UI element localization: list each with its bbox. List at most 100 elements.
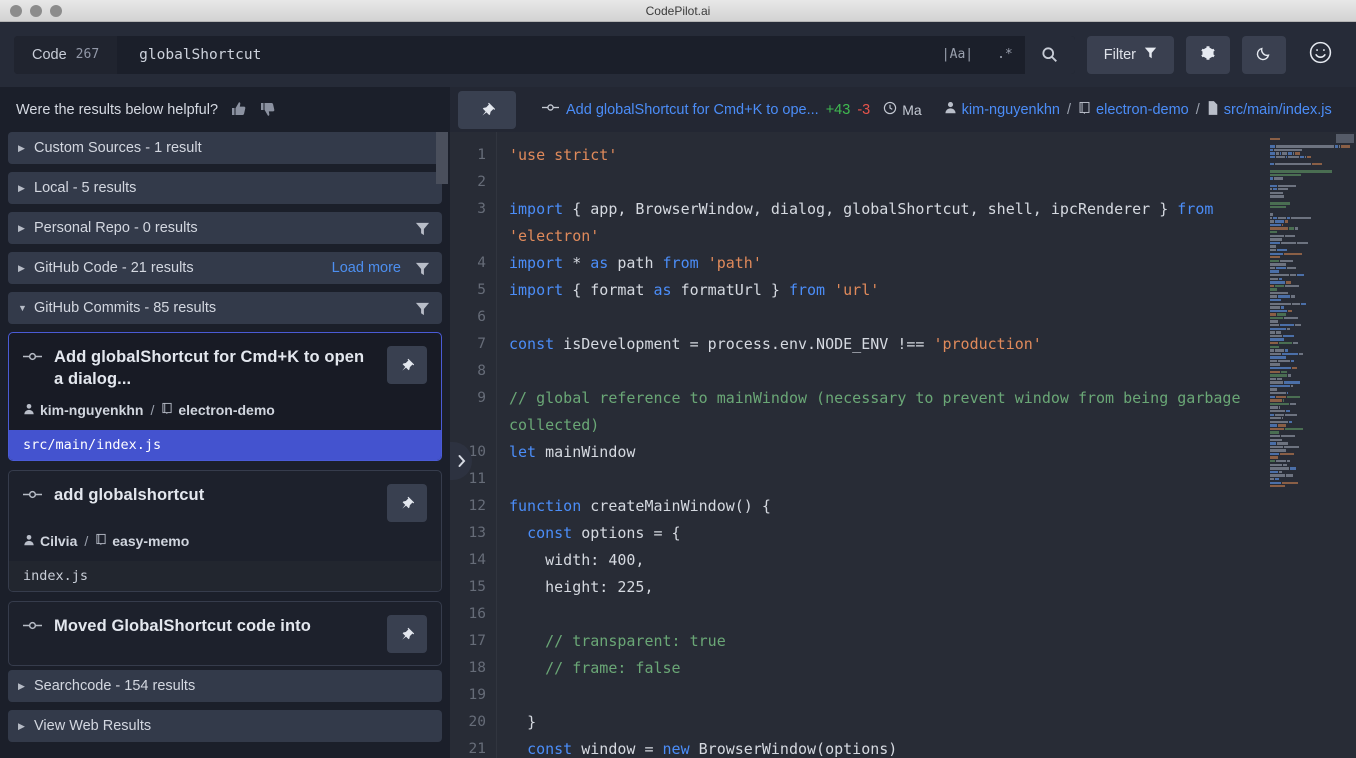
- minimap-line: [1270, 299, 1352, 302]
- section-label: Local - 5 results: [34, 180, 137, 196]
- minimap-line: [1270, 327, 1352, 331]
- section-row[interactable]: ▶ Custom Sources - 1 result: [8, 132, 442, 164]
- sidebar-scrollbar-thumb[interactable]: [436, 132, 448, 184]
- caret-right-icon[interactable]: ▶: [18, 681, 34, 692]
- code-token: const: [527, 524, 573, 542]
- minimap-line: [1270, 199, 1352, 201]
- section-list: ▶ Custom Sources - 1 result ▶ Local - 5 res…: [8, 132, 442, 324]
- minimap-line: [1270, 231, 1352, 234]
- section-row[interactable]: ▶ Personal Repo - 0 results: [8, 212, 442, 244]
- code-token: import: [509, 200, 564, 218]
- top-toolbar: Code 267 |Aa| .* Filter: [0, 22, 1356, 87]
- thumbs-down-icon[interactable]: [260, 101, 276, 119]
- commit-result-card[interactable]: Add globalShortcut for Cmd+K to open a d…: [8, 332, 442, 461]
- load-more-link[interactable]: Load more: [332, 260, 401, 276]
- code-token: // global reference to mainWindow (neces…: [509, 389, 1250, 434]
- commit-date-text: Ma: [902, 101, 922, 118]
- breadcrumb-repo[interactable]: electron-demo: [1096, 102, 1189, 118]
- filter-button[interactable]: Filter: [1086, 35, 1174, 74]
- commit-message-link[interactable]: Add globalShortcut for Cmd+K to ope...: [566, 102, 819, 118]
- caret-right-icon[interactable]: ▶: [18, 143, 34, 154]
- caret-right-icon[interactable]: ▶: [18, 223, 34, 234]
- minimap-line: [1270, 363, 1352, 366]
- section-row[interactable]: ▶ GitHub Code - 21 results Load more: [8, 252, 442, 284]
- app-window: CodePilot.ai Code 267 |Aa| .* Filter: [0, 0, 1356, 758]
- section-row[interactable]: ▼ GitHub Commits - 85 results: [8, 292, 442, 324]
- card-repo: electron-demo: [178, 401, 275, 418]
- line-number: 8: [477, 363, 486, 379]
- caret-right-icon[interactable]: ▶: [18, 183, 34, 194]
- section-label: GitHub Code - 21 results: [34, 260, 194, 276]
- minimap-line: [1270, 345, 1352, 348]
- search-bar[interactable]: Code 267 |Aa| .*: [14, 35, 1075, 74]
- minimap-line: [1270, 388, 1352, 391]
- smiley-icon: [1308, 40, 1333, 70]
- theme-toggle-button[interactable]: [1242, 35, 1286, 74]
- breadcrumb-separator-2: /: [1195, 101, 1200, 118]
- line-number: 6: [477, 309, 486, 325]
- breadcrumb-separator-1: /: [1067, 101, 1072, 118]
- breadcrumb-file[interactable]: src/main/index.js: [1224, 102, 1332, 118]
- line-number: 2: [477, 174, 486, 190]
- card-top: add globalshortcut: [23, 483, 427, 522]
- minimap-line: [1270, 263, 1352, 266]
- line-number: 18: [468, 660, 486, 676]
- card-body: Moved GlobalShortcut code into: [9, 602, 441, 665]
- person-icon: [23, 402, 35, 418]
- minimap-line: [1270, 205, 1352, 209]
- minimap-line: [1270, 188, 1352, 191]
- search-input[interactable]: [117, 46, 930, 63]
- section-row[interactable]: ▶ Local - 5 results: [8, 172, 442, 204]
- feedback-button[interactable]: [1298, 36, 1342, 74]
- search-icon[interactable]: [1024, 35, 1075, 74]
- funnel-icon[interactable]: [415, 221, 430, 236]
- code-token: as: [653, 281, 672, 299]
- source-code[interactable]: 'use strict' import { app, BrowserWindow…: [496, 132, 1256, 758]
- caret-right-icon[interactable]: ▶: [18, 263, 34, 274]
- search-scope[interactable]: Code 267: [14, 35, 118, 74]
- breadcrumb-author[interactable]: kim-nguyenkhn: [962, 102, 1060, 118]
- code-token: 'url': [834, 281, 880, 299]
- code-minimap[interactable]: [1256, 132, 1356, 758]
- funnel-icon[interactable]: [415, 301, 430, 316]
- card-top: Add globalShortcut for Cmd+K to open a d…: [23, 346, 427, 391]
- code-line: const window = new BrowserWindow(options…: [509, 736, 1256, 758]
- minimap-line: [1270, 220, 1352, 223]
- pin-icon[interactable]: [387, 483, 427, 522]
- caret-down-icon[interactable]: ▼: [18, 303, 34, 313]
- section-row[interactable]: ▶ Searchcode - 154 results: [8, 670, 442, 702]
- pin-icon[interactable]: [387, 346, 427, 384]
- section-row[interactable]: ▶ View Web Results: [8, 710, 442, 742]
- case-sensitive-toggle[interactable]: |Aa|: [930, 36, 985, 74]
- minimap-scrollbar-thumb[interactable]: [1336, 134, 1354, 143]
- settings-button[interactable]: [1186, 35, 1230, 74]
- code-line: let mainWindow: [509, 439, 1256, 466]
- code-viewer: Add globalShortcut for Cmd+K to ope... +…: [450, 87, 1356, 758]
- minimap-line: [1270, 392, 1352, 395]
- gear-icon: [1200, 45, 1216, 65]
- minimap-line: [1270, 210, 1352, 212]
- minimap-line: [1270, 320, 1352, 323]
- caret-right-icon[interactable]: ▶: [18, 721, 34, 732]
- line-number: 5: [477, 282, 486, 298]
- minimap-line: [1270, 374, 1352, 377]
- regex-toggle[interactable]: .*: [985, 36, 1025, 74]
- code-token: from: [788, 281, 826, 299]
- minimap-line: [1270, 245, 1352, 248]
- minimap-line: [1270, 420, 1352, 424]
- funnel-icon[interactable]: [415, 261, 430, 276]
- commit-result-card[interactable]: Moved GlobalShortcut code into: [8, 600, 442, 666]
- commit-result-card[interactable]: add globalshortcut Cilvia / easy-memo index.…: [8, 469, 442, 592]
- thumbs-up-icon[interactable]: [231, 101, 247, 119]
- code-token: from: [1177, 200, 1214, 218]
- minimap-line: [1270, 181, 1352, 183]
- minimap-line: [1270, 456, 1352, 459]
- pin-icon[interactable]: [458, 90, 516, 129]
- pin-icon[interactable]: [387, 614, 427, 653]
- card-repo: easy-memo: [112, 532, 190, 549]
- repo-icon: [161, 402, 173, 418]
- code-token: window =: [572, 740, 663, 758]
- minimap-line: [1270, 148, 1352, 152]
